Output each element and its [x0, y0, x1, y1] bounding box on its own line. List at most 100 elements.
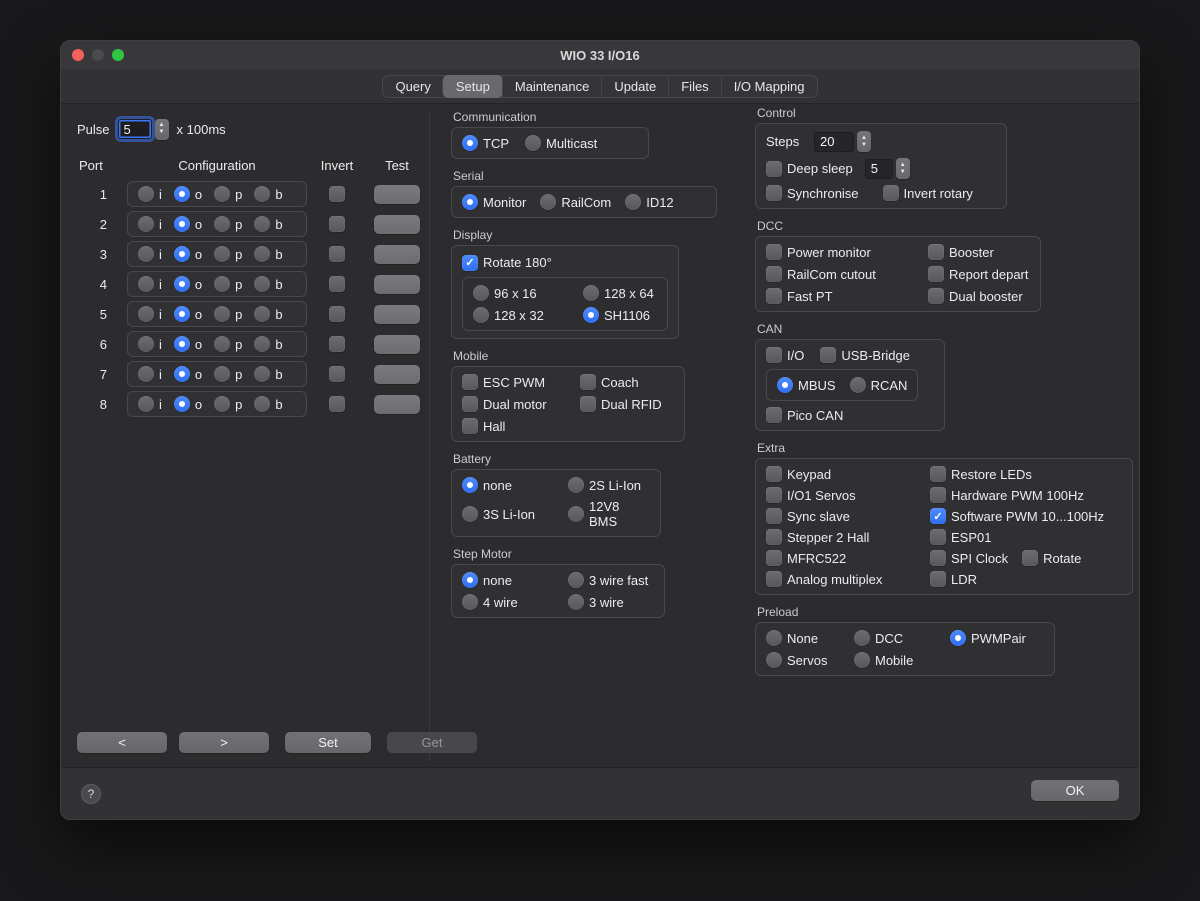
checkbox-stepper-2-hall[interactable]: [766, 529, 782, 545]
ok-button[interactable]: OK: [1031, 780, 1119, 801]
port-test-button[interactable]: [374, 215, 420, 234]
steps-value[interactable]: 20: [814, 132, 854, 152]
deep-sleep-stepper[interactable]: ▲▼: [896, 158, 910, 179]
radio-128-x-32[interactable]: [473, 307, 489, 323]
radio-3-wire[interactable]: [568, 594, 584, 610]
radio-port-6-o[interactable]: [174, 336, 190, 352]
checkbox-fast-pt[interactable]: [766, 288, 782, 304]
radio-port-2-o[interactable]: [174, 216, 190, 232]
radio-port-1-o[interactable]: [174, 186, 190, 202]
radio-3s-li-ion[interactable]: [462, 506, 478, 522]
help-button[interactable]: ?: [81, 784, 101, 804]
checkbox-power-monitor[interactable]: [766, 244, 782, 260]
checkbox-synchronise[interactable]: [766, 185, 782, 201]
checkbox-invert-port-5[interactable]: [329, 306, 345, 322]
pulse-value[interactable]: 5: [118, 119, 152, 139]
radio-port-2-p[interactable]: [214, 216, 230, 232]
get-button[interactable]: Get: [387, 732, 477, 753]
radio-none[interactable]: [462, 572, 478, 588]
checkbox-invert-port-4[interactable]: [329, 276, 345, 292]
radio-port-5-p[interactable]: [214, 306, 230, 322]
checkbox-spi-clock[interactable]: [930, 550, 946, 566]
checkbox-invert-port-6[interactable]: [329, 336, 345, 352]
radio-port-5-i[interactable]: [138, 306, 154, 322]
port-test-button[interactable]: [374, 305, 420, 324]
checkbox-usb-bridge[interactable]: [820, 347, 836, 363]
checkbox-dual-rfid[interactable]: [580, 396, 596, 412]
tab-setup[interactable]: Setup: [442, 75, 503, 98]
radio-port-8-o[interactable]: [174, 396, 190, 412]
radio-id12[interactable]: [625, 194, 641, 210]
radio-96-x-16[interactable]: [473, 285, 489, 301]
checkbox-invert-port-3[interactable]: [329, 246, 345, 262]
checkbox-dual-booster[interactable]: [928, 288, 944, 304]
radio-dcc[interactable]: [854, 630, 870, 646]
radio-12v8-bms[interactable]: [568, 506, 584, 522]
radio-sh1106[interactable]: [583, 307, 599, 323]
checkbox-hall[interactable]: [462, 418, 478, 434]
checkbox-ldr[interactable]: [930, 571, 946, 587]
radio-port-6-i[interactable]: [138, 336, 154, 352]
tab-query[interactable]: Query: [383, 76, 442, 97]
checkbox-invert-port-8[interactable]: [329, 396, 345, 412]
checkbox-booster[interactable]: [928, 244, 944, 260]
checkbox-sync-slave[interactable]: [766, 508, 782, 524]
radio-port-4-i[interactable]: [138, 276, 154, 292]
radio-mobile[interactable]: [854, 652, 870, 668]
radio-port-6-p[interactable]: [214, 336, 230, 352]
radio-port-3-o[interactable]: [174, 246, 190, 262]
radio-port-2-i[interactable]: [138, 216, 154, 232]
checkbox-invert-port-1[interactable]: [329, 186, 345, 202]
checkbox-software-pwm-10-100hz[interactable]: ✓: [930, 508, 946, 524]
checkbox-analog-multiplex[interactable]: [766, 571, 782, 587]
checkbox-i-o1-servos[interactable]: [766, 487, 782, 503]
radio-port-1-b[interactable]: [254, 186, 270, 202]
set-button[interactable]: Set: [285, 732, 371, 753]
radio-port-3-i[interactable]: [138, 246, 154, 262]
checkbox-i-o[interactable]: [766, 347, 782, 363]
radio-port-7-b[interactable]: [254, 366, 270, 382]
minimize-button[interactable]: [92, 49, 104, 61]
radio-port-6-b[interactable]: [254, 336, 270, 352]
checkbox-railcom-cutout[interactable]: [766, 266, 782, 282]
checkbox-invert-port-2[interactable]: [329, 216, 345, 232]
radio-pwmpair[interactable]: [950, 630, 966, 646]
radio-tcp[interactable]: [462, 135, 478, 151]
radio-2s-li-ion[interactable]: [568, 477, 584, 493]
port-test-button[interactable]: [374, 395, 420, 414]
zoom-button[interactable]: [112, 49, 124, 61]
radio-railcom[interactable]: [540, 194, 556, 210]
checkbox-dual-motor[interactable]: [462, 396, 478, 412]
radio-port-8-i[interactable]: [138, 396, 154, 412]
radio-port-2-b[interactable]: [254, 216, 270, 232]
radio-port-4-p[interactable]: [214, 276, 230, 292]
previous-button[interactable]: <: [77, 732, 167, 753]
tab-maintenance[interactable]: Maintenance: [502, 76, 601, 97]
radio-port-7-o[interactable]: [174, 366, 190, 382]
port-test-button[interactable]: [374, 275, 420, 294]
radio-port-5-o[interactable]: [174, 306, 190, 322]
radio-none[interactable]: [462, 477, 478, 493]
radio-mbus[interactable]: [777, 377, 793, 393]
radio-port-7-p[interactable]: [214, 366, 230, 382]
radio-port-5-b[interactable]: [254, 306, 270, 322]
tab-update[interactable]: Update: [601, 76, 668, 97]
radio-port-3-b[interactable]: [254, 246, 270, 262]
checkbox-invert-rotary[interactable]: [883, 185, 899, 201]
radio-4-wire[interactable]: [462, 594, 478, 610]
checkbox-esp01[interactable]: [930, 529, 946, 545]
close-button[interactable]: [72, 49, 84, 61]
radio-rcan[interactable]: [850, 377, 866, 393]
radio-servos[interactable]: [766, 652, 782, 668]
checkbox-restore-leds[interactable]: [930, 466, 946, 482]
radio-port-1-p[interactable]: [214, 186, 230, 202]
checkbox-report-depart[interactable]: [928, 266, 944, 282]
radio-monitor[interactable]: [462, 194, 478, 210]
checkbox-esc-pwm[interactable]: [462, 374, 478, 390]
next-button[interactable]: >: [179, 732, 269, 753]
checkbox-coach[interactable]: [580, 374, 596, 390]
radio-port-1-i[interactable]: [138, 186, 154, 202]
radio-port-3-p[interactable]: [214, 246, 230, 262]
radio-port-8-p[interactable]: [214, 396, 230, 412]
port-test-button[interactable]: [374, 365, 420, 384]
